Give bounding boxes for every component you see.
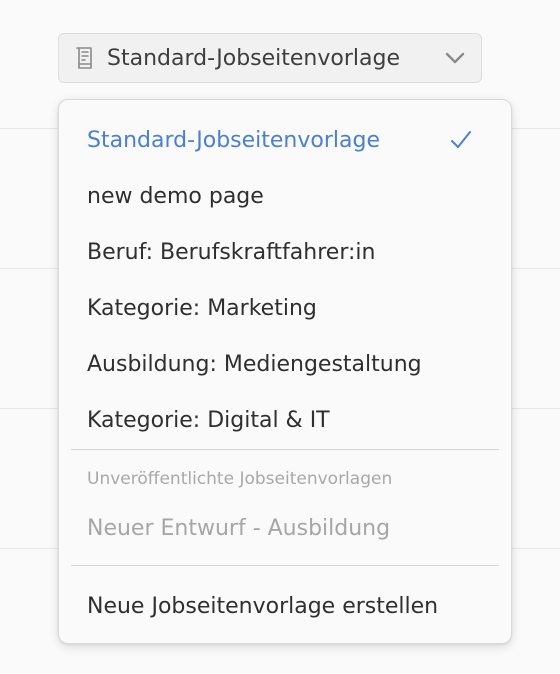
menu-item-new-demo-page[interactable]: new demo page <box>87 176 483 216</box>
menu-divider <box>71 565 499 566</box>
menu-item-label: Kategorie: Marketing <box>87 295 317 321</box>
menu-item-label: Kategorie: Digital & IT <box>87 407 330 433</box>
menu-item-ausbildung-mediengestaltung[interactable]: Ausbildung: Mediengestaltung <box>87 344 483 384</box>
menu-item-label: Standard-Jobseitenvorlage <box>87 127 380 153</box>
selector-label: Standard-Jobseitenvorlage <box>107 45 400 71</box>
menu-item-standard-jobseitenvorlage[interactable]: Standard-Jobseitenvorlage <box>87 120 483 160</box>
chevron-down-icon <box>443 46 467 70</box>
menu-item-beruf-berufskraftfahrer[interactable]: Beruf: Berufskraftfahrer:in <box>87 232 483 272</box>
menu-item-label: Neuer Entwurf - Ausbildung <box>87 515 391 541</box>
menu-divider <box>71 449 499 450</box>
menu-item-label: Neue Jobseitenvorlage erstellen <box>87 593 439 619</box>
menu-item-kategorie-digital-it[interactable]: Kategorie: Digital & IT <box>87 400 483 440</box>
checkmark-icon <box>449 128 473 152</box>
menu-item-label: Beruf: Berufskraftfahrer:in <box>87 239 376 265</box>
menu-item-kategorie-marketing[interactable]: Kategorie: Marketing <box>87 288 483 328</box>
unpublished-section-header: Unveröffentlichte Jobseitenvorlagen <box>87 469 393 489</box>
template-selector-button[interactable]: Standard-Jobseitenvorlage <box>58 33 482 83</box>
document-template-icon <box>73 44 97 72</box>
menu-item-label: Ausbildung: Mediengestaltung <box>87 351 422 377</box>
menu-item-neuer-entwurf-ausbildung: Neuer Entwurf - Ausbildung <box>87 508 483 548</box>
template-dropdown-menu: Standard-Jobseitenvorlage new demo page … <box>58 99 512 644</box>
create-template-item[interactable]: Neue Jobseitenvorlage erstellen <box>87 586 483 626</box>
menu-item-label: new demo page <box>87 183 264 209</box>
